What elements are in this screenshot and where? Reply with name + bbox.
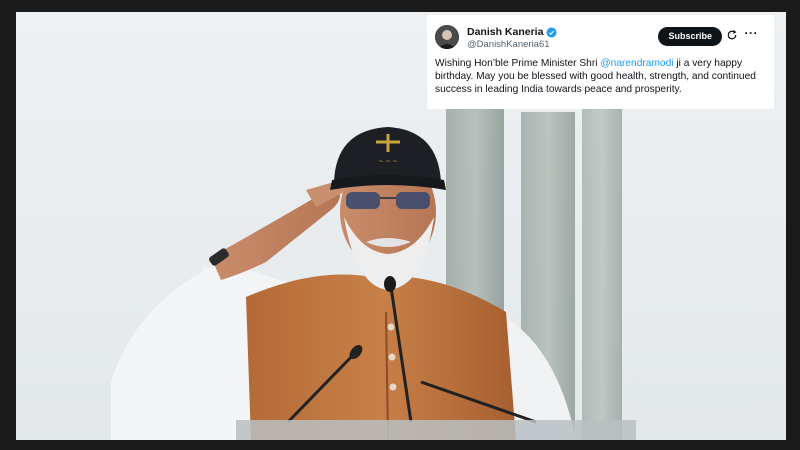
verified-badge-icon <box>546 27 557 37</box>
svg-text:~ ~ ~: ~ ~ ~ <box>379 157 398 166</box>
tweet-text: Wishing Hon’ble Prime Minister Shri @nar… <box>435 57 765 97</box>
screenshot-frame: ~ ~ ~ Danish Kaneria @DanishKaneria61 Su… <box>0 0 800 450</box>
tweet-text-start: Wishing Hon’ble Prime Minister Shri <box>435 58 601 69</box>
more-icon[interactable]: ··· <box>745 26 759 40</box>
refresh-icon[interactable] <box>726 29 738 41</box>
mention-link[interactable]: @narendramodi <box>600 58 673 69</box>
subscribe-button[interactable]: Subscribe <box>658 27 722 46</box>
tweet-header: Danish Kaneria @DanishKaneria61 Subscrib… <box>435 25 762 55</box>
user-handle[interactable]: @DanishKaneria61 <box>467 39 550 50</box>
tweet-card: Danish Kaneria @DanishKaneria61 Subscrib… <box>427 15 774 109</box>
display-name[interactable]: Danish Kaneria <box>467 26 543 38</box>
display-name-row[interactable]: Danish Kaneria <box>467 26 557 38</box>
avatar[interactable] <box>435 25 459 49</box>
